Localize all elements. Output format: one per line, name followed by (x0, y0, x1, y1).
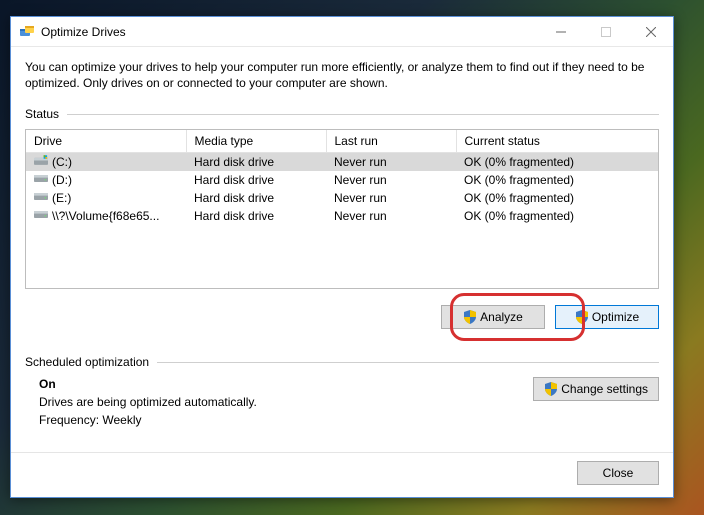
drives-table-wrap: Drive Media type Last run Current status… (25, 129, 659, 289)
col-last[interactable]: Last run (326, 130, 456, 153)
change-settings-button[interactable]: Change settings (533, 377, 659, 401)
maximize-button[interactable] (583, 17, 628, 47)
divider (157, 362, 659, 363)
col-media[interactable]: Media type (186, 130, 326, 153)
app-icon (19, 24, 35, 40)
status-cell: OK (0% fragmented) (456, 189, 658, 207)
media-cell: Hard disk drive (186, 153, 326, 172)
optimize-label: Optimize (592, 310, 639, 324)
table-row[interactable]: (E:) Hard disk driveNever runOK (0% fragm… (26, 189, 658, 207)
media-cell: Hard disk drive (186, 207, 326, 225)
drive-icon (34, 173, 48, 187)
table-row[interactable]: (C:) Hard disk driveNever runOK (0% fragm… (26, 153, 658, 172)
close-label: Close (603, 466, 634, 480)
last-cell: Never run (326, 171, 456, 189)
titlebar: Optimize Drives (11, 17, 673, 47)
window-content: You can optimize your drives to help you… (11, 47, 673, 497)
drive-name: (C:) (52, 155, 72, 169)
media-cell: Hard disk drive (186, 189, 326, 207)
shield-icon (575, 310, 589, 324)
col-status[interactable]: Current status (456, 130, 658, 153)
close-button[interactable] (628, 17, 673, 47)
window-title: Optimize Drives (41, 25, 538, 39)
last-cell: Never run (326, 153, 456, 172)
sched-section-label: Scheduled optimization (25, 355, 659, 369)
scheduled-section: Scheduled optimization On Drives are bei… (25, 355, 659, 431)
divider (67, 114, 659, 115)
action-buttons-row: Analyze Optimize (25, 305, 659, 329)
sched-text: On Drives are being optimized automatica… (25, 377, 523, 431)
bottom-bar: Close (11, 452, 673, 485)
drive-icon (34, 191, 48, 205)
shield-icon (544, 382, 558, 396)
drive-icon (34, 209, 48, 223)
col-drive[interactable]: Drive (26, 130, 186, 153)
status-label-text: Status (25, 107, 59, 121)
drive-icon (34, 155, 48, 169)
optimize-button[interactable]: Optimize (555, 305, 659, 329)
table-header-row: Drive Media type Last run Current status (26, 130, 658, 153)
sched-freq: Frequency: Weekly (39, 413, 523, 427)
analyze-label: Analyze (480, 310, 523, 324)
table-row[interactable]: (D:) Hard disk driveNever runOK (0% fragm… (26, 171, 658, 189)
drive-name: (D:) (52, 173, 72, 187)
sched-label-text: Scheduled optimization (25, 355, 149, 369)
drive-name: \\?\Volume{f68e65... (52, 209, 159, 223)
media-cell: Hard disk drive (186, 171, 326, 189)
intro-text: You can optimize your drives to help you… (25, 59, 659, 91)
last-cell: Never run (326, 207, 456, 225)
status-section-label: Status (25, 107, 659, 121)
drive-name: (E:) (52, 191, 71, 205)
optimize-drives-window: Optimize Drives You can optimize your dr… (10, 16, 674, 498)
sched-line1: Drives are being optimized automatically… (39, 395, 523, 409)
close-dialog-button[interactable]: Close (577, 461, 659, 485)
shield-icon (463, 310, 477, 324)
sched-on: On (39, 377, 523, 391)
status-cell: OK (0% fragmented) (456, 207, 658, 225)
status-cell: OK (0% fragmented) (456, 171, 658, 189)
change-label: Change settings (561, 382, 648, 396)
drives-table[interactable]: Drive Media type Last run Current status… (26, 130, 658, 225)
minimize-button[interactable] (538, 17, 583, 47)
last-cell: Never run (326, 189, 456, 207)
analyze-button[interactable]: Analyze (441, 305, 545, 329)
table-row[interactable]: \\?\Volume{f68e65... Hard disk driveNever… (26, 207, 658, 225)
status-cell: OK (0% fragmented) (456, 153, 658, 172)
